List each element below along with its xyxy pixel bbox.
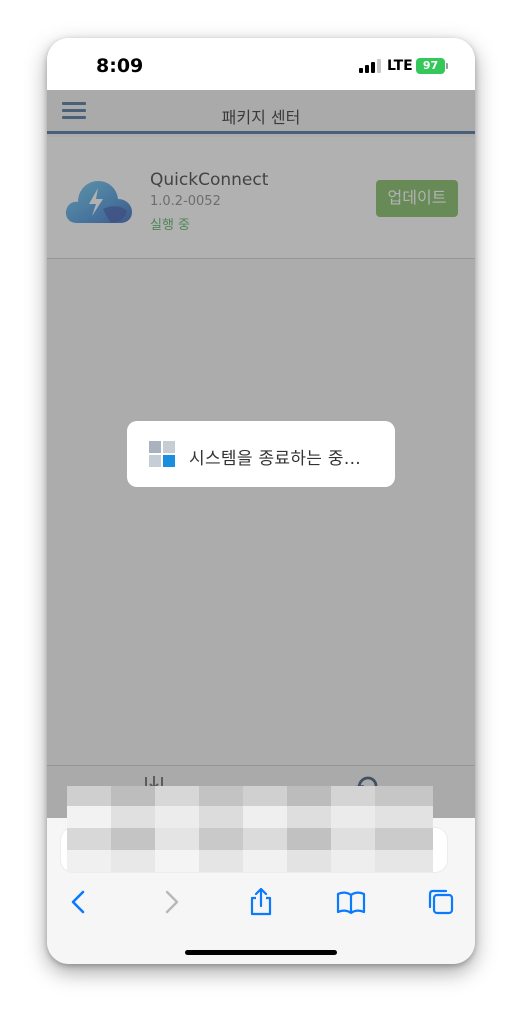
redacted-area — [67, 786, 433, 872]
chevron-left-icon[interactable] — [63, 886, 95, 918]
network-type: LTE — [387, 58, 413, 74]
battery-tip — [446, 63, 448, 69]
shutdown-dialog: 시스템을 종료하는 중... — [127, 421, 395, 487]
status-time: 8:09 — [96, 55, 144, 77]
tabs-icon[interactable] — [425, 886, 457, 918]
home-indicator — [185, 950, 337, 955]
dialog-message: 시스템을 종료하는 중... — [189, 449, 361, 469]
cellular-signal-icon — [359, 59, 381, 73]
book-icon[interactable] — [335, 886, 367, 918]
chevron-right-icon[interactable] — [155, 886, 187, 918]
battery-icon: 97 — [416, 58, 445, 74]
status-bar: 8:09 LTE 97 — [47, 38, 475, 90]
dsm-logo-icon — [149, 441, 175, 467]
phone-frame: 8:09 LTE 97 패키지 센터 Q — [47, 38, 475, 964]
share-icon[interactable] — [245, 886, 277, 918]
